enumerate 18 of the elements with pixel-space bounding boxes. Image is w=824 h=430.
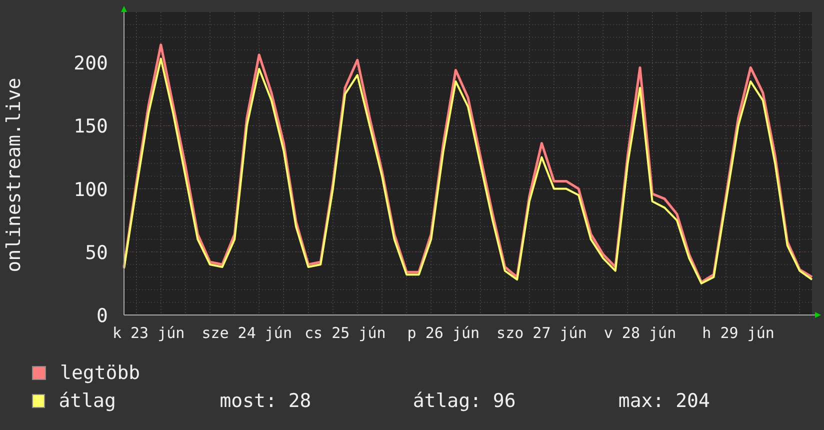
y-tick-label: 150 [74, 116, 108, 138]
x-tick-label: v 28 jún [604, 324, 676, 342]
legend-stat: max: 204 [618, 390, 711, 412]
legend-label: legtöbb [60, 362, 142, 384]
x-tick-label: sze 24 jún [202, 324, 292, 342]
y-tick-label: 50 [85, 242, 108, 264]
x-tick-label: szo 27 jún [496, 324, 587, 342]
y-tick-label: 200 [74, 52, 108, 74]
x-tick-label: h 29 jún [702, 324, 774, 342]
x-tick-label: k 23 jún [112, 324, 185, 342]
legend-stat: most: 28 [220, 390, 312, 412]
legend-label: átlag [58, 390, 117, 412]
legend-stat: átlag: 96 [412, 390, 517, 412]
x-tick-label: p 26 jún [407, 324, 480, 342]
y-tick-label: 0 [96, 305, 108, 327]
x-tick-label: cs 25 jún [304, 324, 386, 342]
y-axis-title: onlinestream.live [3, 78, 25, 272]
y-tick-label: 100 [74, 178, 108, 201]
